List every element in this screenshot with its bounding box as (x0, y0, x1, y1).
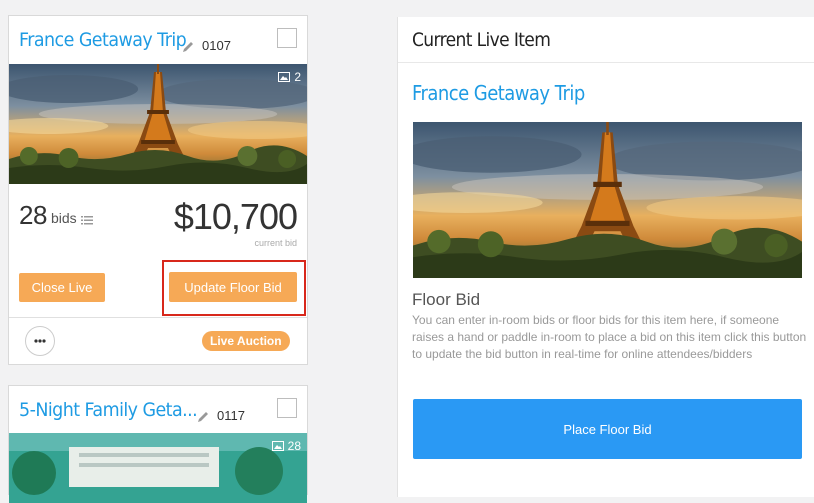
auction-item-card: France Getaway Trip 0107 2 28 bids $10,7… (8, 15, 308, 365)
image-count: 28 (271, 439, 301, 453)
close-live-button[interactable]: Close Live (19, 273, 105, 302)
image-count-value: 2 (294, 70, 301, 84)
image-icon (278, 72, 291, 82)
pencil-icon[interactable] (196, 410, 210, 424)
place-floor-bid-button[interactable]: Place Floor Bid (413, 399, 802, 459)
floor-bid-description: You can enter in-room bids or floor bids… (412, 313, 807, 361)
current-bid-caption: current bid (254, 238, 297, 248)
more-options-button[interactable] (25, 326, 55, 356)
select-checkbox[interactable] (277, 398, 297, 418)
current-bid-amount: $10,700 (173, 196, 298, 237)
pencil-icon[interactable] (181, 40, 195, 54)
bids-count: 28 (19, 200, 47, 230)
card-divider (9, 317, 307, 318)
item-title[interactable]: France Getaway Trip (19, 29, 187, 51)
panel-header: Current Live Item (398, 17, 814, 63)
lot-number: 0107 (202, 38, 231, 53)
status-badge: Live Auction (202, 331, 290, 351)
current-live-item-panel: Current Live Item France Getaway Trip Fl… (397, 17, 814, 497)
image-icon (271, 441, 284, 451)
panel-title: Current Live Item (412, 29, 551, 51)
floor-bid-heading: Floor Bid (412, 290, 481, 309)
auction-item-card: 5-Night Family Geta... 0117 28 (8, 385, 308, 503)
item-image[interactable]: 2 (9, 64, 307, 184)
item-image[interactable]: 28 (9, 433, 307, 503)
select-checkbox[interactable] (277, 28, 297, 48)
more-icon (34, 339, 46, 343)
lot-number: 0117 (217, 408, 245, 423)
bids-label: bids (51, 210, 77, 226)
image-count: 2 (278, 70, 301, 84)
list-icon[interactable] (81, 215, 93, 225)
live-item-image (413, 122, 802, 278)
image-count-value: 28 (287, 439, 301, 453)
live-item-title[interactable]: France Getaway Trip (412, 81, 585, 105)
update-floor-bid-button[interactable]: Update Floor Bid (169, 272, 297, 302)
item-title[interactable]: 5-Night Family Geta... (19, 399, 198, 421)
